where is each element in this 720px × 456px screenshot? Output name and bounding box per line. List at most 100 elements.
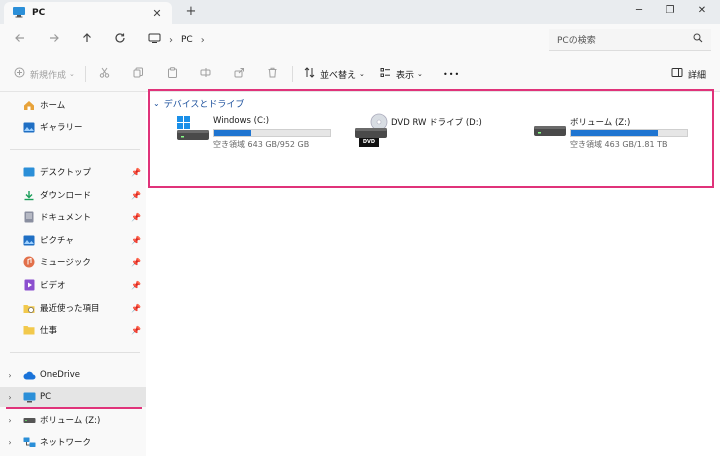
pc-icon: [22, 391, 36, 403]
details-button[interactable]: 詳細: [670, 67, 706, 81]
chevron-right-icon[interactable]: ›: [169, 35, 173, 46]
pin-icon[interactable]: 📌: [130, 304, 142, 313]
back-icon[interactable]: [12, 32, 28, 48]
drive-name: ボリューム (Z:): [570, 118, 631, 128]
new-tab-button[interactable]: +: [183, 4, 199, 20]
gallery-icon: [22, 121, 36, 133]
sort-icon: [302, 67, 316, 81]
sidebar-item-network[interactable]: › ネットワーク: [0, 432, 146, 452]
home-icon: [22, 99, 36, 111]
chevron-right-icon[interactable]: ›: [4, 438, 16, 447]
scissors-icon: [97, 67, 111, 81]
sort-button[interactable]: 並べ替え ⌄: [302, 67, 365, 81]
view-label: 表示: [396, 70, 415, 81]
sidebar-divider: [10, 149, 140, 150]
search-input[interactable]: PCの検索: [557, 33, 693, 46]
sidebar-item-label: ダウンロード: [40, 191, 92, 201]
sidebar-item-onedrive[interactable]: › OneDrive: [0, 365, 146, 385]
maximize-button[interactable]: ❐: [661, 3, 679, 19]
paste-icon: [165, 67, 179, 81]
toolbar-divider: [292, 66, 293, 82]
copy-button[interactable]: [131, 67, 149, 81]
folder-icon: [22, 324, 36, 336]
paste-button[interactable]: [165, 67, 183, 81]
sidebar-item-label: ドキュメント: [40, 213, 92, 223]
tab-pc[interactable]: PC ✕: [4, 2, 172, 24]
sidebar-item-videos[interactable]: ビデオ 📌: [0, 275, 146, 295]
search-icon[interactable]: [693, 33, 703, 46]
drive-name: DVD RW ドライブ (D:): [391, 118, 482, 128]
document-icon: [22, 211, 36, 223]
sidebar-item-desktop[interactable]: デスクトップ 📌: [0, 162, 146, 182]
rename-button[interactable]: [198, 67, 216, 81]
sidebar-item-pictures[interactable]: ピクチャ 📌: [0, 230, 146, 250]
command-bar: 新規作成 ⌄ 並べ替え ⌄ 表示 ⌄ ••• 詳細: [0, 56, 720, 92]
windows-drive-icon: [177, 113, 213, 149]
close-button[interactable]: ✕: [693, 3, 711, 19]
view-button[interactable]: 表示 ⌄: [378, 67, 423, 81]
pin-icon[interactable]: 📌: [130, 191, 142, 200]
drive-d[interactable]: DVD DVD RW ドライブ (D:): [355, 113, 505, 153]
drive-usage-fill: [214, 130, 252, 136]
drive-icon: [22, 414, 36, 426]
details-label: 詳細: [688, 70, 707, 81]
more-button[interactable]: •••: [443, 67, 460, 81]
download-icon: [22, 189, 36, 201]
chevron-right-icon[interactable]: ›: [4, 393, 16, 402]
breadcrumb[interactable]: › PC ›: [140, 29, 540, 51]
sidebar-item-label: 仕事: [40, 326, 58, 336]
sidebar-item-documents[interactable]: ドキュメント 📌: [0, 207, 146, 227]
selection-indicator: [6, 407, 142, 409]
pin-icon[interactable]: 📌: [130, 258, 142, 267]
pin-icon[interactable]: 📌: [130, 281, 142, 290]
drive-z[interactable]: ボリューム (Z:) 空き領域 463 GB/1.81 TB: [534, 113, 694, 153]
chevron-down-icon[interactable]: ⌄: [153, 99, 160, 108]
sidebar-item-volume-z[interactable]: › ボリューム (Z:): [0, 410, 146, 430]
delete-button[interactable]: [265, 67, 283, 81]
new-button[interactable]: 新規作成 ⌄: [12, 67, 75, 81]
pin-icon[interactable]: 📌: [130, 326, 142, 335]
breadcrumb-pc[interactable]: PC: [181, 35, 193, 45]
refresh-icon[interactable]: [112, 32, 128, 48]
share-button[interactable]: [232, 67, 250, 81]
chevron-right-icon[interactable]: ›: [4, 416, 16, 425]
sidebar-item-downloads[interactable]: ダウンロード 📌: [0, 185, 146, 205]
share-icon: [232, 67, 246, 81]
music-icon: [22, 256, 36, 268]
drive-icon: [534, 113, 570, 149]
drive-c[interactable]: Windows (C:) 空き領域 643 GB/952 GB: [177, 113, 337, 153]
group-title: デバイスとドライブ: [163, 99, 245, 110]
sidebar-item-work[interactable]: 仕事 📌: [0, 320, 146, 340]
cut-button[interactable]: [97, 67, 115, 81]
drive-free-space: 空き領域 463 GB/1.81 TB: [570, 140, 668, 149]
plus-circle-icon: [12, 67, 26, 81]
chevron-down-icon: ⌄: [359, 70, 365, 78]
chevron-right-icon[interactable]: ›: [201, 35, 205, 46]
sidebar-item-label: ビデオ: [40, 281, 66, 291]
chevron-right-icon[interactable]: ›: [4, 371, 16, 380]
search-box[interactable]: PCの検索: [549, 29, 711, 51]
group-header-devices[interactable]: ⌄ デバイスとドライブ: [153, 97, 245, 110]
up-icon[interactable]: [79, 32, 95, 48]
sidebar-item-gallery[interactable]: ギャラリー: [0, 117, 146, 137]
details-pane-icon: [670, 67, 684, 81]
sidebar-item-pc[interactable]: › PC: [0, 387, 146, 407]
pin-icon[interactable]: 📌: [130, 168, 142, 177]
sidebar-item-recent[interactable]: 最近使った項目 📌: [0, 298, 146, 318]
minimize-button[interactable]: ─: [630, 3, 648, 19]
pin-icon[interactable]: 📌: [130, 236, 142, 245]
sidebar-divider: [10, 352, 140, 353]
pin-icon[interactable]: 📌: [130, 213, 142, 222]
sidebar-item-music[interactable]: ミュージック 📌: [0, 252, 146, 272]
sidebar-item-label: ミュージック: [40, 258, 91, 268]
sidebar-item-label: デスクトップ: [40, 168, 92, 178]
pc-icon: [148, 33, 161, 47]
tab-close-icon[interactable]: ✕: [150, 7, 164, 20]
network-icon: [22, 436, 36, 448]
trash-icon: [265, 67, 279, 81]
sidebar-item-home[interactable]: ホーム: [0, 95, 146, 115]
recent-icon: [22, 302, 36, 314]
sort-label: 並べ替え: [320, 70, 357, 81]
sidebar-item-label: ホーム: [40, 101, 66, 111]
forward-icon[interactable]: [46, 32, 62, 48]
